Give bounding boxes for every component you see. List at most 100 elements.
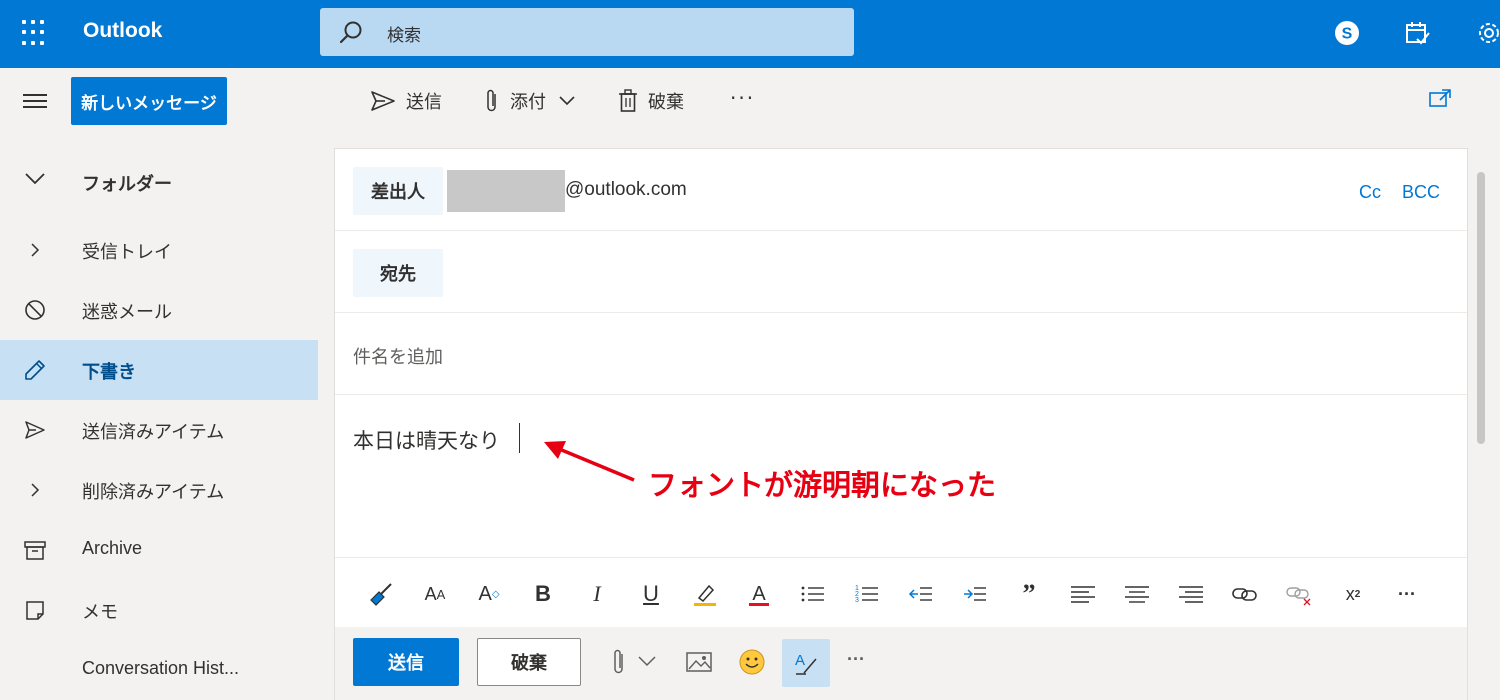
svg-text:A: A [795, 652, 805, 669]
bullets-icon[interactable] [799, 580, 827, 608]
attach-command[interactable]: 添付 [484, 84, 586, 118]
message-body-text: 本日は晴天なり [353, 429, 500, 453]
trash-icon [619, 89, 637, 112]
sidebar-item-conversation-history[interactable]: Conversation Hist... [0, 640, 318, 700]
chevron-right-icon[interactable] [24, 239, 46, 261]
chevron-down-icon[interactable] [637, 655, 657, 667]
sidebar-item-label: Conversation Hist... [82, 658, 240, 678]
svg-text:3: 3 [855, 597, 859, 604]
archive-icon [24, 541, 46, 560]
scrollbar-thumb[interactable] [1477, 172, 1485, 444]
align-center-icon[interactable] [1123, 580, 1151, 608]
link-icon[interactable] [1231, 580, 1259, 608]
annotation-arrow-icon [544, 441, 635, 482]
from-button[interactable]: 差出人 [353, 167, 443, 215]
discard-button[interactable]: 破棄 [477, 638, 581, 686]
settings-gear-icon[interactable] [1474, 18, 1500, 48]
from-row: 差出人 @outlook.com Cc BCC [335, 149, 1467, 231]
compose-action-bar: 送信 破棄 A ··· [335, 627, 1467, 700]
sidebar-item-label: 送信済みアイテム [82, 422, 225, 442]
quote-icon[interactable]: ” [1015, 579, 1043, 608]
svg-text:S: S [1342, 26, 1353, 43]
sidebar-item-archive[interactable]: Archive [0, 520, 318, 580]
superscript-icon[interactable]: x2 [1339, 580, 1367, 608]
paperclip-icon[interactable] [611, 647, 627, 677]
cc-button[interactable]: Cc [1359, 182, 1381, 203]
format-options-button[interactable]: A [782, 639, 830, 687]
folders-header[interactable]: フォルダー [0, 148, 320, 214]
sidebar-item-junk[interactable]: 迷惑メール [0, 280, 318, 340]
attach-command-label: 添付 [510, 92, 546, 113]
sidebar-item-inbox[interactable]: 受信トレイ [0, 220, 318, 280]
subject-input[interactable]: 件名を追加 [353, 343, 1253, 369]
increase-indent-icon[interactable] [961, 580, 989, 608]
align-left-icon[interactable] [1069, 580, 1097, 608]
send-command[interactable]: 送信 [370, 84, 442, 118]
chevron-right-icon[interactable] [24, 479, 46, 501]
note-icon [26, 601, 44, 620]
sidebar-item-label: メモ [82, 602, 118, 622]
sidebar-item-label: 受信トレイ [82, 242, 172, 262]
discard-command[interactable]: 破棄 [618, 84, 684, 118]
sidebar-item-label: 削除済みアイテム [82, 482, 225, 502]
from-address: @outlook.com [565, 179, 687, 200]
redacted-address [447, 170, 565, 212]
insert-picture-icon[interactable] [685, 651, 713, 673]
paperclip-icon [487, 89, 496, 112]
grow-font-icon[interactable]: A ◇ [475, 580, 503, 608]
block-icon [25, 300, 45, 320]
chevron-down-icon[interactable] [558, 95, 576, 107]
skype-icon[interactable]: S [1332, 18, 1362, 48]
folders-header-label: フォルダー [82, 174, 172, 194]
compose-pane: 差出人 @outlook.com Cc BCC 宛先 件名を追加 本日は晴天なり… [334, 148, 1468, 700]
discard-command-label: 破棄 [648, 92, 684, 113]
annotation-text: フォントが游明朝になった [648, 470, 997, 502]
more-options-icon[interactable]: ··· [730, 86, 755, 110]
numbering-icon[interactable]: 1 2 3 [853, 580, 881, 608]
calendar-check-icon[interactable] [1402, 18, 1432, 48]
format-text-icon: A [795, 652, 817, 675]
italic-icon[interactable]: I [583, 580, 611, 608]
format-painter-icon[interactable] [367, 580, 395, 608]
new-message-button[interactable]: 新しいメッセージ [71, 77, 227, 125]
send-button[interactable]: 送信 [353, 638, 459, 686]
underline-icon[interactable]: U [637, 580, 665, 608]
to-button[interactable]: 宛先 [353, 249, 443, 297]
chevron-down-icon [25, 173, 45, 185]
more-actions-icon[interactable]: ··· [847, 649, 865, 670]
search-icon [339, 21, 362, 44]
send-icon [25, 421, 45, 439]
highlight-icon[interactable] [691, 580, 719, 608]
decrease-indent-icon[interactable] [907, 580, 935, 608]
search-box[interactable]: 検索 [320, 8, 854, 56]
svg-text:A: A [752, 583, 766, 605]
send-icon [371, 91, 395, 111]
formatting-toolbar: AA A ◇ B I U A 1 2 3 ” x 2 ··· [335, 557, 1467, 627]
folder-pane: フォルダー 受信トレイ 迷惑メール 下書き 送信済みアイテム 削除済みアイテム [0, 148, 320, 700]
font-size-icon[interactable]: AA [421, 580, 449, 608]
app-title[interactable]: Outlook [83, 19, 162, 43]
text-caret [519, 423, 520, 453]
sidebar-item-sent[interactable]: 送信済みアイテム [0, 400, 318, 460]
to-row: 宛先 [335, 231, 1467, 313]
sidebar-item-label: 迷惑メール [82, 302, 172, 322]
app-launcher-icon[interactable] [22, 20, 48, 46]
search-input[interactable]: 検索 [387, 21, 421, 46]
sidebar-item-label: Archive [82, 538, 143, 558]
emoji-icon[interactable] [738, 648, 766, 676]
sidebar-item-drafts[interactable]: 下書き [0, 340, 318, 400]
pencil-icon [25, 360, 45, 380]
hamburger-menu-icon[interactable] [23, 94, 47, 108]
sidebar-item-notes[interactable]: メモ [0, 580, 318, 640]
top-bar: Outlook 検索 S [0, 0, 1500, 68]
bcc-button[interactable]: BCC [1402, 182, 1440, 203]
sidebar-item-deleted[interactable]: 削除済みアイテム [0, 460, 318, 520]
remove-link-icon[interactable] [1285, 580, 1313, 608]
sidebar-item-label: 下書き [82, 362, 136, 382]
bold-icon[interactable]: B [529, 580, 557, 608]
font-color-icon[interactable]: A [745, 580, 773, 608]
popout-icon[interactable] [1428, 88, 1452, 108]
send-command-label: 送信 [406, 92, 442, 113]
more-formatting-icon[interactable]: ··· [1393, 580, 1421, 608]
align-right-icon[interactable] [1177, 580, 1205, 608]
